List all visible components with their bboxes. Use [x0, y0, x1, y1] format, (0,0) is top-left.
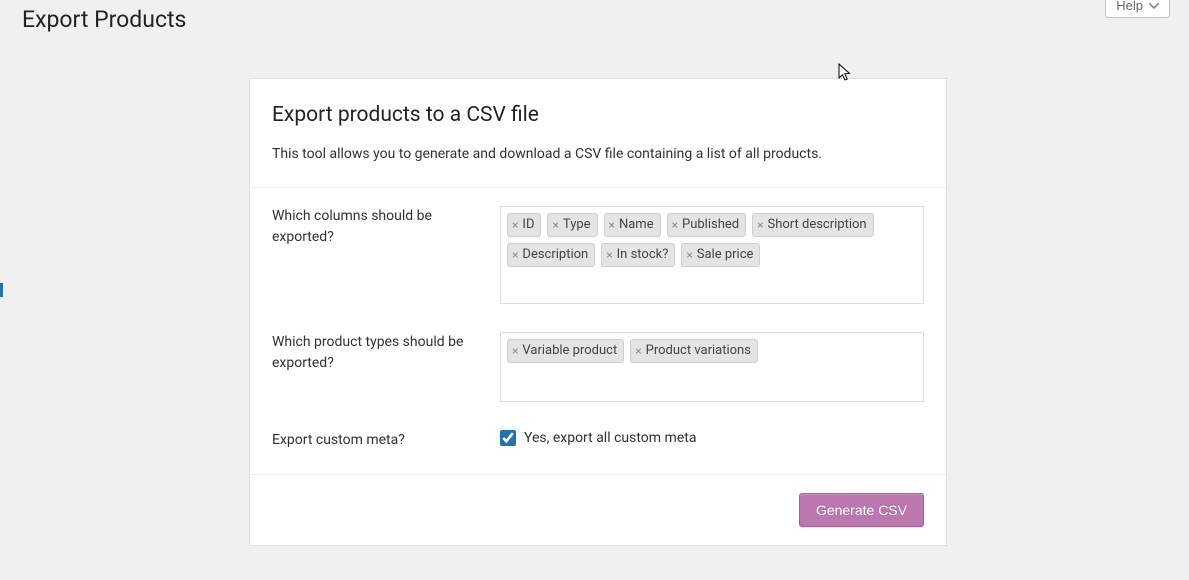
column-tag: × Name [604, 213, 661, 237]
custom-meta-checkbox[interactable] [500, 430, 516, 446]
types-label: Which product types should be exported? [272, 332, 500, 402]
export-panel: Export products to a CSV file This tool … [249, 78, 947, 546]
tag-label: Description [522, 247, 588, 262]
remove-tag-icon[interactable]: × [757, 219, 763, 231]
remove-tag-icon[interactable]: × [686, 249, 692, 261]
remove-tag-icon[interactable]: × [635, 345, 641, 357]
column-tag: × Short description [752, 213, 874, 237]
column-tag: × In stock? [601, 243, 675, 267]
columns-multiselect[interactable]: × ID × Type × Name × Published × Short descriptio… [500, 206, 924, 304]
remove-tag-icon[interactable]: × [672, 219, 678, 231]
tag-label: Variable product [522, 343, 617, 358]
generate-csv-button[interactable]: Generate CSV [799, 493, 924, 527]
column-tag: × Type [547, 213, 597, 237]
types-row: Which product types should be exported? … [250, 314, 946, 412]
tag-label: Name [619, 217, 654, 232]
types-multiselect[interactable]: × Variable product × Product variations [500, 332, 924, 402]
columns-row: Which columns should be exported? × ID × Ty… [250, 188, 946, 314]
tag-label: Short description [768, 217, 867, 232]
tag-label: In stock? [617, 247, 669, 262]
tag-label: Product variations [646, 343, 751, 358]
tag-label: Published [682, 217, 739, 232]
panel-description: This tool allows you to generate and dow… [272, 145, 924, 165]
help-dropdown-button[interactable]: Help [1105, 0, 1170, 18]
custom-meta-checkbox-label[interactable]: Yes, export all custom meta [500, 430, 924, 454]
columns-label: Which columns should be exported? [272, 206, 500, 304]
tag-label: Sale price [697, 247, 754, 262]
chevron-down-icon [1149, 3, 1159, 9]
type-tag: × Variable product [507, 339, 624, 363]
tag-label: ID [522, 217, 534, 232]
help-label: Help [1116, 0, 1143, 13]
remove-tag-icon[interactable]: × [512, 249, 518, 261]
panel-header: Export products to a CSV file This tool … [250, 79, 946, 188]
panel-footer: Generate CSV [250, 474, 946, 545]
column-tag: × Sale price [681, 243, 760, 267]
page-title: Export Products [22, 6, 186, 33]
remove-tag-icon[interactable]: × [512, 345, 518, 357]
remove-tag-icon[interactable]: × [512, 219, 518, 231]
remove-tag-icon[interactable]: × [552, 219, 558, 231]
column-tag: × ID [507, 213, 541, 237]
custom-meta-row: Export custom meta? Yes, export all cust… [250, 412, 946, 464]
remove-tag-icon[interactable]: × [609, 219, 615, 231]
tag-label: Type [563, 217, 591, 232]
column-tag: × Description [507, 243, 595, 267]
custom-meta-checkbox-text: Yes, export all custom meta [524, 430, 696, 446]
remove-tag-icon[interactable]: × [606, 249, 612, 261]
panel-heading: Export products to a CSV file [272, 103, 924, 127]
column-tag: × Published [667, 213, 747, 237]
custom-meta-label: Export custom meta? [272, 430, 500, 454]
type-tag: × Product variations [630, 339, 758, 363]
